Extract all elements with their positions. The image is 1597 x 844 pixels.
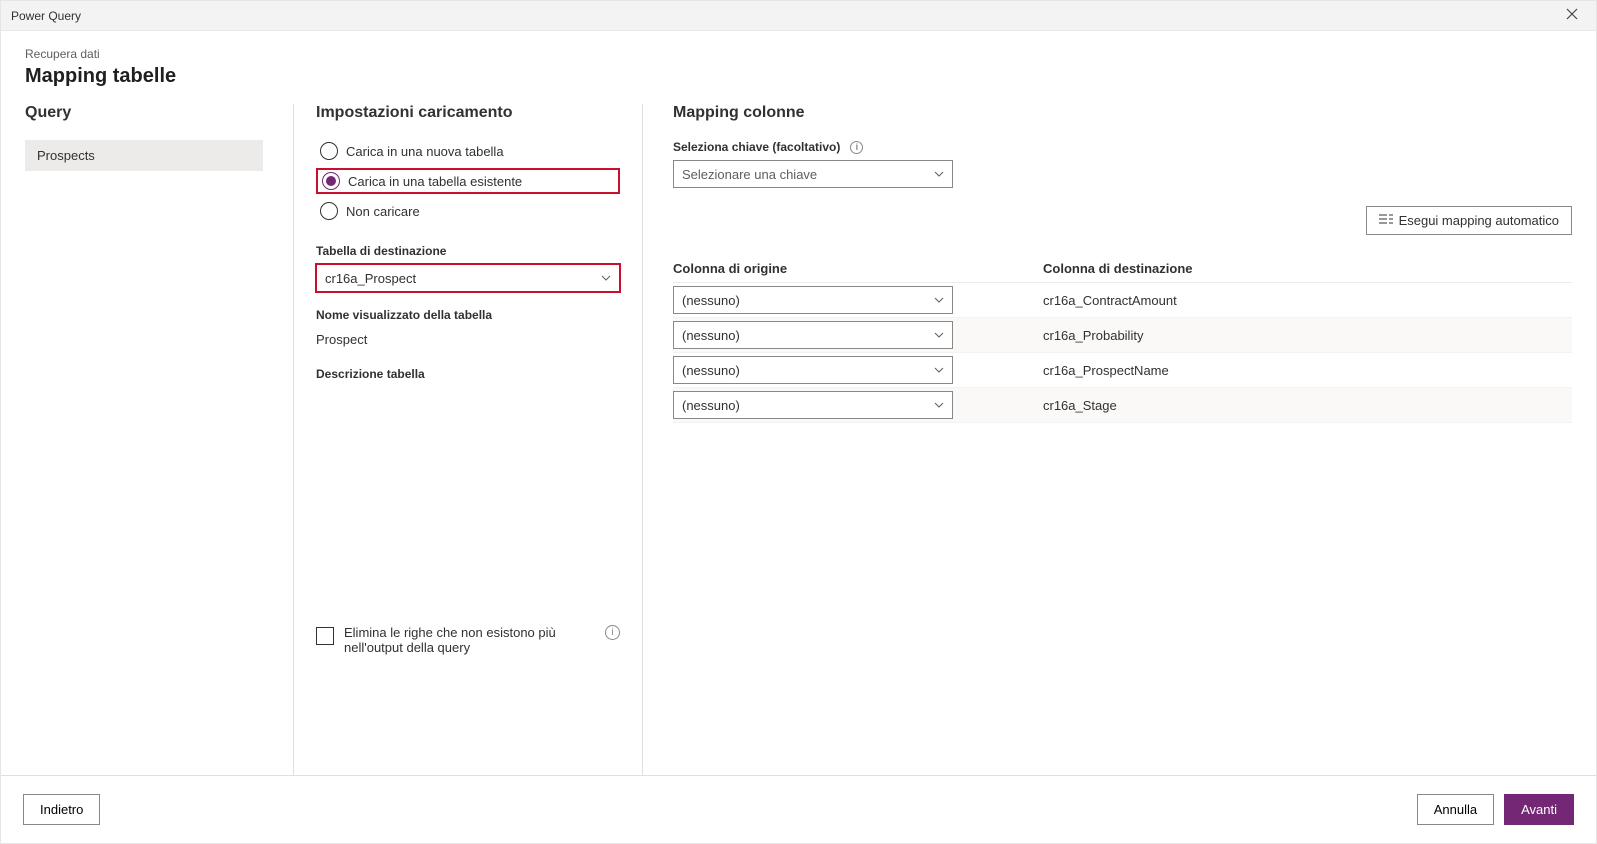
select-key-placeholder: Selezionare una chiave [682, 167, 817, 182]
mapping-row: (nessuno) cr16a_ProspectName [673, 353, 1572, 388]
auto-map-button[interactable]: Esegui mapping automatico [1366, 206, 1572, 235]
breadcrumb: Recupera dati [25, 47, 1572, 61]
query-panel: Query Prospects [25, 104, 293, 775]
header-destination-column: Colonna di destinazione [1043, 261, 1572, 276]
delete-missing-rows-option: Elimina le righe che non esistono più ne… [316, 625, 620, 655]
radio-icon [320, 202, 338, 220]
destination-column-value: cr16a_Probability [1043, 328, 1572, 343]
radio-label: Non caricare [346, 204, 420, 219]
chevron-down-icon [934, 168, 944, 180]
source-column-value: (nessuno) [682, 328, 740, 343]
chevron-down-icon [934, 329, 944, 341]
power-query-dialog: Power Query Recupera dati Mapping tabell… [0, 0, 1597, 844]
auto-map-row: Esegui mapping automatico [673, 206, 1572, 235]
column-mapping-panel: Mapping colonne Seleziona chiave (facolt… [643, 104, 1572, 775]
source-column-value: (nessuno) [682, 363, 740, 378]
info-icon[interactable]: i [850, 141, 863, 154]
chevron-down-icon [934, 399, 944, 411]
header-source-column: Colonna di origine [673, 261, 1043, 276]
source-column-select[interactable]: (nessuno) [673, 356, 953, 384]
destination-table-value: cr16a_Prospect [325, 271, 416, 286]
titlebar: Power Query [1, 1, 1596, 31]
chevron-down-icon [934, 294, 944, 306]
info-icon[interactable]: i [605, 625, 620, 640]
source-column-select[interactable]: (nessuno) [673, 286, 953, 314]
delete-missing-rows-label: Elimina le righe che non esistono più ne… [344, 625, 589, 655]
source-column-value: (nessuno) [682, 293, 740, 308]
radio-load-existing-table[interactable]: Carica in una tabella esistente [316, 168, 620, 194]
radio-load-new-table[interactable]: Carica in una nuova tabella [316, 140, 620, 162]
query-panel-title: Query [25, 104, 263, 122]
auto-map-label: Esegui mapping automatico [1399, 213, 1559, 228]
chevron-down-icon [601, 272, 611, 284]
destination-table-label: Tabella di destinazione [316, 244, 620, 258]
titlebar-title: Power Query [11, 9, 81, 23]
display-name-value: Prospect [316, 332, 620, 347]
delete-missing-rows-checkbox[interactable] [316, 627, 334, 645]
next-button[interactable]: Avanti [1504, 794, 1574, 825]
mapping-row: (nessuno) cr16a_Stage [673, 388, 1572, 423]
page-title: Mapping tabelle [25, 65, 1572, 88]
display-name-label: Nome visualizzato della tabella [316, 308, 620, 322]
column-mapping-title: Mapping colonne [673, 104, 1572, 122]
destination-table-select[interactable]: cr16a_Prospect [316, 264, 620, 292]
radio-label: Carica in una tabella esistente [348, 174, 522, 189]
source-column-value: (nessuno) [682, 398, 740, 413]
auto-map-icon [1379, 213, 1393, 228]
destination-column-value: cr16a_ContractAmount [1043, 293, 1572, 308]
radio-icon [322, 172, 340, 190]
radio-label: Carica in una nuova tabella [346, 144, 504, 159]
select-key-label-row: Seleziona chiave (facoltativo) i [673, 140, 1572, 154]
back-button[interactable]: Indietro [23, 794, 100, 825]
mapping-row: (nessuno) cr16a_Probability [673, 318, 1572, 353]
select-key-label: Seleziona chiave (facoltativo) [673, 140, 840, 154]
body: Query Prospects Impostazioni caricamento… [1, 98, 1596, 775]
load-settings-panel: Impostazioni caricamento Carica in una n… [293, 104, 643, 775]
query-item-prospects[interactable]: Prospects [25, 140, 263, 171]
page-header: Recupera dati Mapping tabelle [1, 31, 1596, 98]
table-description-label: Descrizione tabella [316, 367, 620, 381]
select-key-dropdown[interactable]: Selezionare una chiave [673, 160, 953, 188]
radio-do-not-load[interactable]: Non caricare [316, 200, 620, 222]
cancel-button[interactable]: Annulla [1417, 794, 1494, 825]
source-column-select[interactable]: (nessuno) [673, 391, 953, 419]
footer: Indietro Annulla Avanti [1, 775, 1596, 843]
mapping-table-header: Colonna di origine Colonna di destinazio… [673, 255, 1572, 283]
destination-column-value: cr16a_ProspectName [1043, 363, 1572, 378]
mapping-row: (nessuno) cr16a_ContractAmount [673, 283, 1572, 318]
close-icon[interactable] [1558, 3, 1586, 28]
load-settings-title: Impostazioni caricamento [316, 104, 620, 122]
chevron-down-icon [934, 364, 944, 376]
source-column-select[interactable]: (nessuno) [673, 321, 953, 349]
destination-column-value: cr16a_Stage [1043, 398, 1572, 413]
radio-icon [320, 142, 338, 160]
